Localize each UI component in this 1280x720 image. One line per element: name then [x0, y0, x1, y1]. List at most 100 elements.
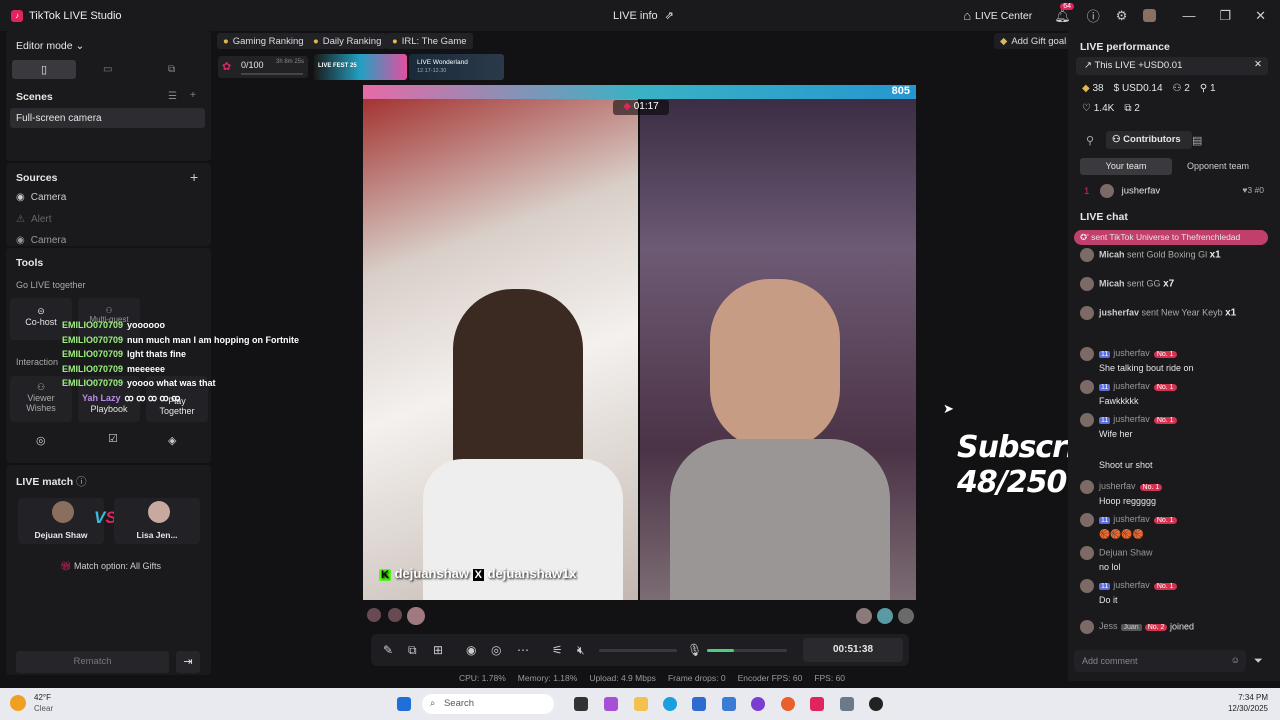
source-item-camera-2[interactable]: ◉ Camera [16, 236, 66, 245]
chat-message[interactable]: 11 jusherfav No. 1 She talking bout ride on [1080, 347, 1194, 373]
irl-tag[interactable]: ● IRL: The Game [386, 33, 473, 49]
edge-icon[interactable] [663, 697, 677, 711]
volume-slider[interactable] [599, 649, 677, 652]
guest-avatar[interactable] [388, 608, 402, 622]
guest-avatar[interactable] [407, 607, 425, 625]
microphone-icon[interactable]: 🎙︎ [687, 643, 702, 657]
speaker-muted-icon[interactable]: 🔇︎ [577, 643, 585, 658]
minimize-icon[interactable]: — [1182, 8, 1195, 23]
app-icon[interactable] [722, 697, 736, 711]
opponent-team-tab[interactable]: Opponent team [1172, 158, 1264, 175]
contributors-tab[interactable]: ⚇ Contributors [1106, 131, 1192, 149]
chat-message[interactable]: 11 jusherfav No. 1 Do it [1080, 579, 1177, 605]
viewer-avatar[interactable] [898, 608, 914, 624]
screen-icon[interactable]: ⊞ [433, 643, 443, 657]
gift-msg: sent Gold Boxing Gl [1127, 249, 1208, 260]
player1-card[interactable]: Dejuan Shaw [18, 498, 104, 544]
scene-item[interactable]: Full-screen camera [10, 108, 205, 128]
avatar[interactable] [1143, 9, 1157, 22]
camera-switch-icon[interactable]: ◎ [491, 643, 501, 657]
chat-message[interactable]: Shoot ur shot [1099, 460, 1153, 470]
help-icon[interactable]: ⓘ [1087, 6, 1100, 25]
home-icon[interactable]: ⌂ [963, 8, 971, 23]
live-info-button[interactable]: LIVE info ⇗ [613, 9, 674, 23]
chat-message[interactable]: jusherfav No. 1 Hoop reggggg [1080, 480, 1163, 506]
chat-message[interactable]: 11 jusherfav No. 1 🏀🏀🏀🏀 [1080, 513, 1177, 540]
weather-icon[interactable] [10, 695, 26, 711]
portrait-mode-button[interactable]: ▯ [12, 60, 76, 79]
list-icon[interactable]: ▤ [1192, 134, 1202, 147]
banner1-label: LIVE FEST 25 [318, 63, 357, 69]
gift-row: Micah sent Gold Boxing Gl x1 [1080, 248, 1221, 262]
viewer-avatar[interactable] [877, 608, 893, 624]
daily-ranking-tag[interactable]: ● Daily Ranking [307, 33, 388, 49]
add-comment-input[interactable]: Add comment ☺ [1074, 650, 1246, 672]
chat-message[interactable]: Dejuan Shaw no lol [1080, 546, 1153, 572]
list-icon[interactable]: ☰ [168, 91, 177, 102]
maximize-icon[interactable]: ❐ [1219, 8, 1231, 24]
your-team-tab[interactable]: Your team [1080, 158, 1172, 175]
bell-icon[interactable]: 🔔︎ 64 [1054, 2, 1075, 24]
contributor-row[interactable]: 1 jusherfav ♥3 #0 [1084, 184, 1264, 198]
source-label: Alert [30, 214, 52, 225]
gaming-ranking-tag[interactable]: ● Gaming Ranking [217, 33, 310, 49]
record-icon[interactable]: ◉ [466, 643, 476, 657]
tools-label: Tools [16, 257, 44, 269]
live-fest-banner[interactable]: LIVE FEST 25 [314, 54, 407, 80]
store-icon[interactable] [692, 697, 706, 711]
contributor-gifts: 3 [1247, 185, 1253, 195]
add-scene-icon[interactable]: + [190, 90, 196, 101]
help-icon[interactable]: ⓘ [76, 476, 87, 488]
close-icon[interactable]: ✕ [1255, 8, 1266, 24]
editor-mode-dropdown[interactable]: Editor mode ⌄ [16, 40, 84, 52]
close-icon[interactable]: ✕ [1254, 59, 1262, 70]
copilot-icon[interactable] [604, 697, 618, 711]
sliders-icon[interactable]: ⚟ [552, 643, 563, 657]
overlay-chat-msg: yoooooo [127, 320, 166, 330]
guest-avatar[interactable] [367, 608, 381, 622]
tiktok-studio-icon[interactable] [810, 697, 824, 711]
exit-match-icon[interactable]: ⇥ [176, 651, 200, 673]
settings-icon[interactable] [840, 697, 854, 711]
target-icon[interactable]: ◎ [36, 434, 46, 447]
source-item-camera[interactable]: ◉ Camera [16, 192, 66, 203]
add-source-icon[interactable]: + [190, 169, 198, 185]
gem-icon[interactable]: ◈ [168, 434, 176, 447]
goal-progress[interactable]: ✿ 0/100 3h 8m 25s [218, 56, 308, 78]
task-view-icon[interactable] [574, 697, 588, 711]
live-video-preview[interactable]: 805 ◆ 01:17 K dejuanshaw X dejuanshaw1x [363, 85, 916, 600]
live-center-link[interactable]: LIVE Center [975, 10, 1032, 22]
add-gift-goal-button[interactable]: ◆ Add Gift goal [994, 33, 1073, 49]
checklist-icon[interactable]: ☑ [108, 432, 118, 445]
magic-wand-icon[interactable]: ✎ [383, 643, 393, 657]
landscape-mode-button[interactable]: ▭ [103, 64, 112, 75]
taskbar-search[interactable]: ⌕ Search [422, 694, 554, 714]
mic-level-slider[interactable] [707, 649, 787, 652]
settings-gear-icon[interactable]: ⚙ [1116, 8, 1128, 24]
title-bar: ♪ TikTok LIVE Studio LIVE info ⇗ ⌂ LIVE … [0, 0, 1280, 31]
opponent-shirt [670, 439, 890, 600]
overlay-chat-msg: ꝏ ꝏ ꝏ ꝏ ꝏ [124, 392, 181, 403]
viewer-avatar[interactable] [856, 608, 872, 624]
firefox-icon[interactable] [781, 697, 795, 711]
dual-mode-button[interactable]: ⧉ [168, 64, 175, 75]
chat-message[interactable]: 11 jusherfav No. 1 Fawkkkkk [1080, 380, 1177, 406]
timer-label: 01:17 [633, 101, 659, 112]
chat-message[interactable]: 11 jusherfav No. 1 Wife her [1080, 413, 1177, 439]
match-option[interactable]: 🎁︎ Match option: All Gifts [60, 561, 161, 572]
rematch-button[interactable]: Rematch [16, 651, 169, 673]
layout-icon[interactable]: ⧉ [408, 643, 417, 658]
person-edit-icon[interactable]: ⚲ [1086, 134, 1094, 147]
app-icon[interactable] [869, 697, 883, 711]
app-icon[interactable] [751, 697, 765, 711]
more-icon[interactable]: ⋯ [517, 643, 529, 657]
source-item-alert[interactable]: ⚠ Alert [16, 214, 52, 225]
player1-avatar [52, 501, 74, 523]
filter-icon[interactable]: ⏷ [1254, 655, 1263, 668]
this-live-bar[interactable]: ↗ This LIVE +USD0.01 ✕ [1076, 57, 1268, 75]
windows-start-icon[interactable] [397, 697, 411, 711]
live-wonderland-banner[interactable]: LIVE Wonderland 12.17-12.30 [409, 54, 504, 80]
file-explorer-icon[interactable] [634, 697, 648, 711]
player2-card[interactable]: Lisa Jen... [114, 498, 200, 544]
emoji-icon[interactable]: ☺ [1231, 655, 1240, 665]
